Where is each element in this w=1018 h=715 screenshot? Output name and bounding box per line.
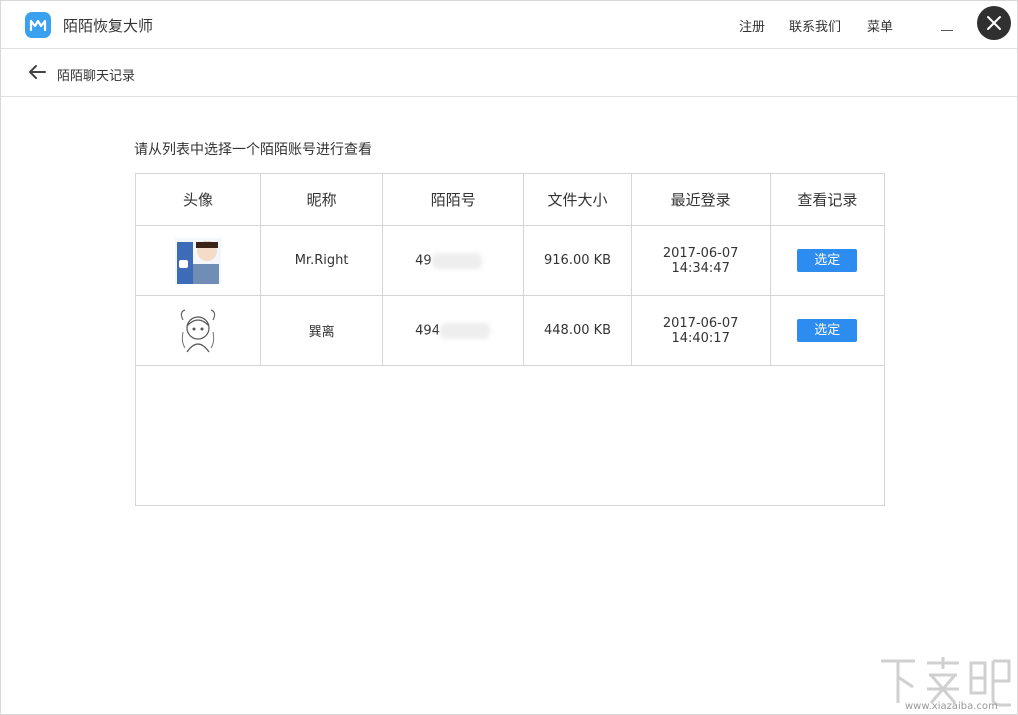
minimize-icon[interactable] (941, 21, 953, 31)
header-nickname: 昵称 (260, 173, 384, 226)
table-row[interactable]: Mr.Right 49 916.00 KB 2017-06-07 14:34:4… (134, 225, 886, 296)
header-last-login: 最近登录 (630, 173, 771, 226)
app-window: 陌陌恢复大师 注册 联系我们 菜单 陌陌聊天记录 请从列表中选择一个陌陌账号进行… (0, 0, 1018, 715)
avatar (175, 307, 221, 354)
view-records-cell: 选定 (769, 295, 886, 366)
title-bar: 陌陌恢复大师 注册 联系我们 菜单 (1, 1, 1017, 49)
file-size-cell: 916.00 KB (523, 225, 632, 296)
close-icon[interactable] (977, 6, 1011, 40)
account-table: 头像 昵称 陌陌号 文件大小 最近登录 查看记录 Mr.Right 49 916… (134, 173, 886, 506)
page-title: 陌陌聊天记录 (57, 69, 136, 84)
header-momo-id: 陌陌号 (382, 173, 525, 226)
avatar-cell (134, 295, 262, 366)
header-file-size: 文件大小 (523, 173, 632, 226)
table-header-row: 头像 昵称 陌陌号 文件大小 最近登录 查看记录 (134, 173, 886, 226)
watermark-url: www.xiazaiba.com (905, 701, 998, 712)
momo-logo-icon (25, 12, 51, 38)
momo-id-text: 49 (415, 253, 432, 268)
momo-id-text: 494 (415, 323, 440, 338)
nickname-cell: 巽离 (260, 295, 384, 366)
redacted-blur (439, 322, 490, 339)
instruction-text: 请从列表中选择一个陌陌账号进行查看 (134, 142, 372, 158)
breadcrumb-bar: 陌陌聊天记录 (1, 49, 1017, 97)
last-login-cell: 2017-06-07 14:34:47 (630, 225, 771, 296)
select-button[interactable]: 选定 (797, 319, 858, 342)
register-link[interactable]: 注册 (739, 16, 765, 35)
file-size-cell: 448.00 KB (523, 295, 632, 366)
select-button[interactable]: 选定 (797, 249, 858, 272)
header-avatar: 头像 (134, 173, 262, 226)
arrow-left-icon[interactable] (27, 64, 47, 80)
table-row[interactable]: 巽离 494 448.00 KB 2017-06-07 14:40:17 选定 (134, 295, 886, 366)
view-records-cell: 选定 (769, 225, 886, 296)
nickname-cell: Mr.Right (260, 225, 384, 296)
momo-id-cell: 49 (382, 225, 525, 296)
avatar (175, 237, 221, 284)
last-login-cell: 2017-06-07 14:40:17 (630, 295, 771, 366)
header-view-records: 查看记录 (769, 173, 886, 226)
redacted-blur (431, 252, 482, 269)
menu-button[interactable]: 菜单 (867, 16, 893, 35)
contact-link[interactable]: 联系我们 (789, 16, 841, 35)
app-title: 陌陌恢复大师 (63, 17, 154, 35)
momo-id-cell: 494 (382, 295, 525, 366)
avatar-cell (134, 225, 262, 296)
